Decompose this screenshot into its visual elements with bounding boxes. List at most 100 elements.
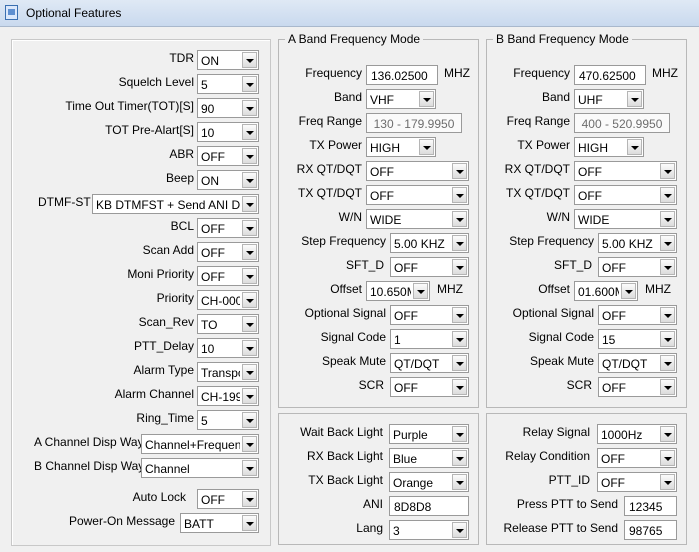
chevron-down-icon[interactable]	[242, 268, 257, 284]
chevron-down-icon[interactable]	[660, 187, 675, 203]
chevron-down-icon[interactable]	[660, 379, 675, 395]
a-tx-power-select[interactable]: HIGH	[366, 137, 436, 157]
squelch-level-select[interactable]: 5	[197, 74, 259, 94]
chevron-down-icon[interactable]	[242, 340, 257, 356]
alarm-channel-select[interactable]: CH-199	[197, 386, 259, 406]
chevron-down-icon[interactable]	[452, 522, 467, 538]
abr-select[interactable]: OFF	[197, 146, 259, 166]
a-speak-mute-select[interactable]: QT/DQT	[390, 353, 469, 373]
chevron-down-icon[interactable]	[242, 172, 257, 188]
chevron-down-icon[interactable]	[413, 283, 428, 299]
tdr-select[interactable]: ON	[197, 50, 259, 70]
scan-rev-select[interactable]: TO	[197, 314, 259, 334]
b-channel-disp-select[interactable]: Channel	[141, 458, 259, 478]
relay-condition-select[interactable]: OFF	[597, 448, 677, 468]
chevron-down-icon[interactable]	[242, 292, 257, 308]
b-optional-signal-select[interactable]: OFF	[598, 305, 677, 325]
chevron-down-icon[interactable]	[660, 426, 675, 442]
relay-signal-select[interactable]: 1000Hz	[597, 424, 677, 444]
chevron-down-icon[interactable]	[627, 139, 642, 155]
chevron-down-icon[interactable]	[452, 163, 467, 179]
tx-back-light-select[interactable]: Orange	[389, 472, 469, 492]
tot-prealert-select[interactable]: 10	[197, 122, 259, 142]
b-step-frequency-select[interactable]: 5.00 KHZ	[598, 233, 677, 253]
chevron-down-icon[interactable]	[660, 163, 675, 179]
ptt-delay-select[interactable]: 10	[197, 338, 259, 358]
chevron-down-icon[interactable]	[452, 474, 467, 490]
beep-select[interactable]: ON	[197, 170, 259, 190]
press-ptt-input[interactable]: 12345	[624, 496, 677, 516]
a-scr-select[interactable]: OFF	[390, 377, 469, 397]
b-signal-code-select[interactable]: 15	[598, 329, 677, 349]
chevron-down-icon[interactable]	[242, 515, 257, 531]
a-step-frequency-select[interactable]: 5.00 KHZ	[390, 233, 469, 253]
chevron-down-icon[interactable]	[660, 474, 675, 490]
ring-time-select[interactable]: 5	[197, 410, 259, 430]
chevron-down-icon[interactable]	[242, 124, 257, 140]
wait-back-light-select[interactable]: Purple	[389, 424, 469, 444]
chevron-down-icon[interactable]	[452, 235, 467, 251]
alarm-type-select[interactable]: Transpond	[197, 362, 259, 382]
chevron-down-icon[interactable]	[452, 450, 467, 466]
chevron-down-icon[interactable]	[419, 91, 434, 107]
chevron-down-icon[interactable]	[660, 235, 675, 251]
a-signal-code-select[interactable]: 1	[390, 329, 469, 349]
priority-select[interactable]: CH-000	[197, 290, 259, 310]
chevron-down-icon[interactable]	[242, 364, 257, 380]
chevron-down-icon[interactable]	[452, 307, 467, 323]
b-tx-power-select[interactable]: HIGH	[574, 137, 644, 157]
b-speak-mute-select[interactable]: QT/DQT	[598, 353, 677, 373]
chevron-down-icon[interactable]	[242, 52, 257, 68]
chevron-down-icon[interactable]	[452, 187, 467, 203]
rx-back-light-select[interactable]: Blue	[389, 448, 469, 468]
auto-lock-select[interactable]: OFF	[197, 489, 259, 509]
b-band-select[interactable]: UHF	[574, 89, 644, 109]
chevron-down-icon[interactable]	[660, 259, 675, 275]
chevron-down-icon[interactable]	[242, 388, 257, 404]
b-sft-d-select[interactable]: OFF	[598, 257, 677, 277]
a-band-select[interactable]: VHF	[366, 89, 436, 109]
a-offset-select[interactable]: 10.650M	[366, 281, 430, 301]
chevron-down-icon[interactable]	[621, 283, 636, 299]
chevron-down-icon[interactable]	[242, 460, 257, 476]
chevron-down-icon[interactable]	[627, 91, 642, 107]
release-ptt-input[interactable]: 98765	[624, 520, 677, 540]
chevron-down-icon[interactable]	[242, 412, 257, 428]
a-frequency-input[interactable]: 136.02500	[366, 65, 438, 85]
chevron-down-icon[interactable]	[452, 259, 467, 275]
a-sft-d-select[interactable]: OFF	[390, 257, 469, 277]
chevron-down-icon[interactable]	[660, 355, 675, 371]
bcl-select[interactable]: OFF	[197, 218, 259, 238]
b-scr-select[interactable]: OFF	[598, 377, 677, 397]
power-on-message-select[interactable]: BATT	[180, 513, 259, 533]
b-rx-qt-select[interactable]: OFF	[574, 161, 677, 181]
chevron-down-icon[interactable]	[452, 379, 467, 395]
chevron-down-icon[interactable]	[660, 211, 675, 227]
chevron-down-icon[interactable]	[242, 220, 257, 236]
chevron-down-icon[interactable]	[242, 76, 257, 92]
lang-select[interactable]: 3	[389, 520, 469, 540]
b-frequency-input[interactable]: 470.62500	[574, 65, 646, 85]
chevron-down-icon[interactable]	[660, 331, 675, 347]
b-offset-select[interactable]: 01.600M	[574, 281, 638, 301]
chevron-down-icon[interactable]	[660, 307, 675, 323]
chevron-down-icon[interactable]	[242, 436, 257, 452]
chevron-down-icon[interactable]	[452, 355, 467, 371]
chevron-down-icon[interactable]	[660, 450, 675, 466]
a-tx-qt-select[interactable]: OFF	[366, 185, 469, 205]
chevron-down-icon[interactable]	[242, 148, 257, 164]
chevron-down-icon[interactable]	[452, 331, 467, 347]
chevron-down-icon[interactable]	[419, 139, 434, 155]
chevron-down-icon[interactable]	[242, 196, 257, 212]
a-optional-signal-select[interactable]: OFF	[390, 305, 469, 325]
chevron-down-icon[interactable]	[242, 316, 257, 332]
ptt-id-select[interactable]: OFF	[597, 472, 677, 492]
dtmf-st-select[interactable]: KB DTMFST + Send ANI DTMF	[92, 194, 259, 214]
moni-priority-select[interactable]: OFF	[197, 266, 259, 286]
a-rx-qt-select[interactable]: OFF	[366, 161, 469, 181]
a-channel-disp-select[interactable]: Channel+Frequency	[141, 434, 259, 454]
chevron-down-icon[interactable]	[242, 244, 257, 260]
a-wn-select[interactable]: WIDE	[366, 209, 469, 229]
chevron-down-icon[interactable]	[242, 100, 257, 116]
chevron-down-icon[interactable]	[452, 211, 467, 227]
